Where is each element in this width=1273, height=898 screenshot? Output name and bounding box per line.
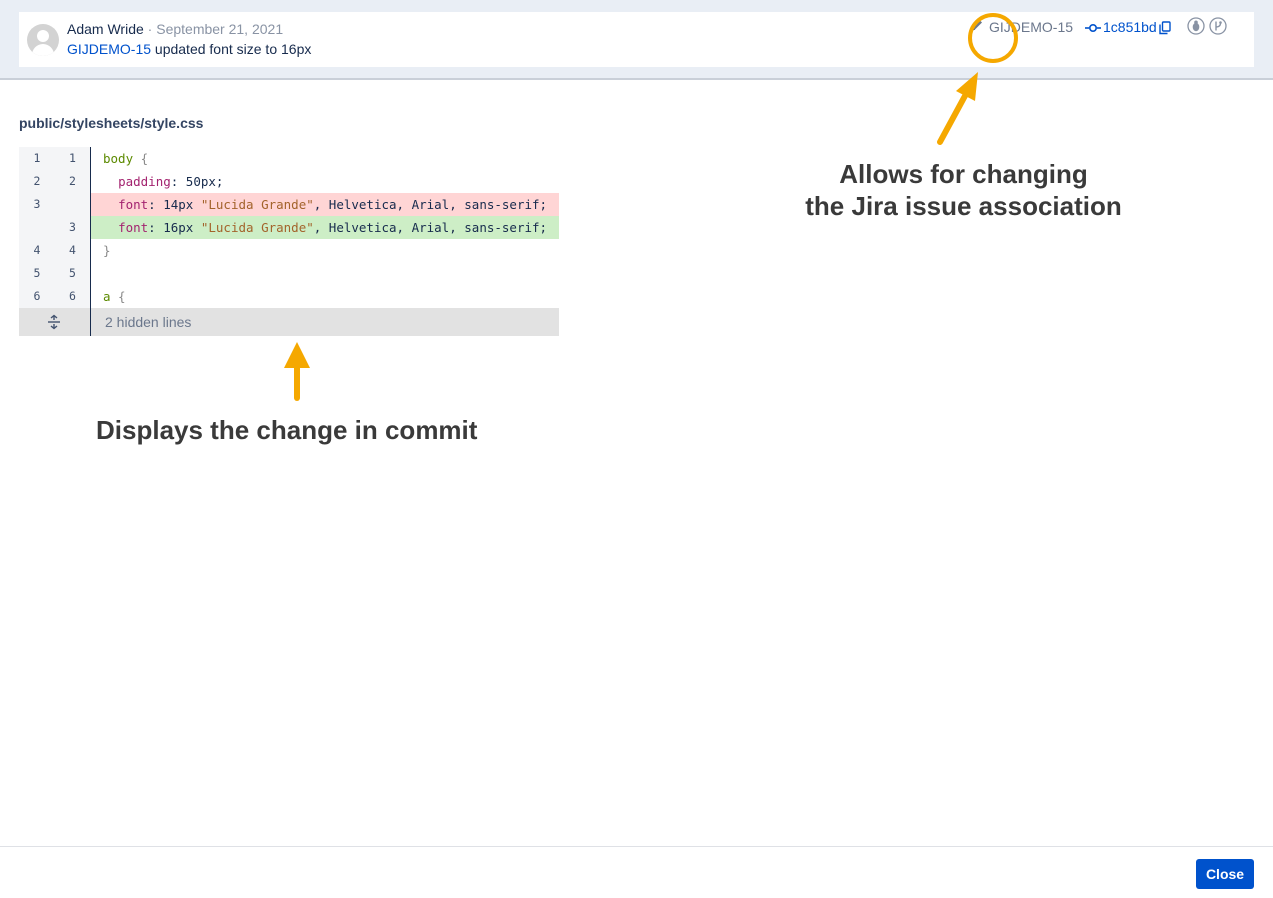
diff-row: 5 5 [19,262,559,285]
commit-date: September 21, 2021 [156,21,284,37]
code-line: a { [103,289,126,304]
diff-row: 1 1 body { [19,147,559,170]
diff-row-added: 3 font: 16px "Lucida Grande", Helvetica,… [19,216,559,239]
old-line-number: 6 [19,285,55,308]
old-line-number: 3 [19,193,55,216]
issue-key-label[interactable]: GIJDEMO-15 [989,19,1073,35]
author-line: Adam Wride · September 21, 2021 [67,21,283,37]
new-line-number: 2 [55,170,91,193]
new-line-number: 4 [55,239,91,262]
commit-message-text: updated font size to 16px [151,41,312,57]
old-line-number: 5 [19,262,55,285]
diff-row: 4 4 } [19,239,559,262]
issue-link[interactable]: GIJDEMO-15 [67,41,151,57]
diff-view: 1 1 body { 2 2 padding: 50px; 3 font: 14… [19,147,559,336]
old-line-number [19,216,55,239]
annotation-issue-association: Allows for changing the Jira issue assoc… [805,159,1122,221]
annotation-commit-change: Displays the change in commit [96,415,478,445]
commit-icon [1085,23,1101,33]
commit-message: GIJDEMO-15 updated font size to 16px [67,41,311,57]
close-button[interactable]: Close [1196,859,1254,889]
expand-icon[interactable] [46,314,62,330]
new-line-number: 1 [55,147,91,170]
commit-header-band: Adam Wride · September 21, 2021 GIJDEMO-… [0,0,1273,80]
diff-row-removed: 3 font: 14px "Lucida Grande", Helvetica,… [19,193,559,216]
footer-divider [0,846,1273,847]
code-line: font: 16px "Lucida Grande", Helvetica, A… [91,216,559,239]
new-line-number [55,193,91,216]
author-name: Adam Wride [67,21,144,37]
copy-icon[interactable] [1159,21,1171,35]
date-separator: · [143,21,157,37]
code-line: padding: 50px; [118,174,224,189]
hidden-lines-label: 2 hidden lines [105,314,192,330]
code-line: } [103,243,111,258]
diff-row: 2 2 padding: 50px; [19,170,559,193]
diff-row: 6 6 a { [19,285,559,308]
old-line-number: 4 [19,239,55,262]
new-line-number: 6 [55,285,91,308]
old-line-number: 2 [19,170,55,193]
avatar [27,24,59,56]
commit-hash-link[interactable]: 1c851bd [1103,19,1157,35]
code-line: body { [103,151,149,166]
new-line-number: 5 [55,262,91,285]
annotation-overlay [284,13,1018,401]
branch-icon[interactable] [1209,17,1227,35]
file-path: public/stylesheets/style.css [19,115,204,131]
bug-icon[interactable] [1187,17,1205,35]
annotation-arrowhead-bottom [284,342,310,368]
old-line-number: 1 [19,147,55,170]
code-line: font: 14px "Lucida Grande", Helvetica, A… [91,193,559,216]
hidden-lines-row[interactable]: 2 hidden lines [19,308,559,336]
annotation-arrow-top [937,91,969,145]
new-line-number: 3 [55,216,91,239]
pencil-icon[interactable] [970,18,984,34]
